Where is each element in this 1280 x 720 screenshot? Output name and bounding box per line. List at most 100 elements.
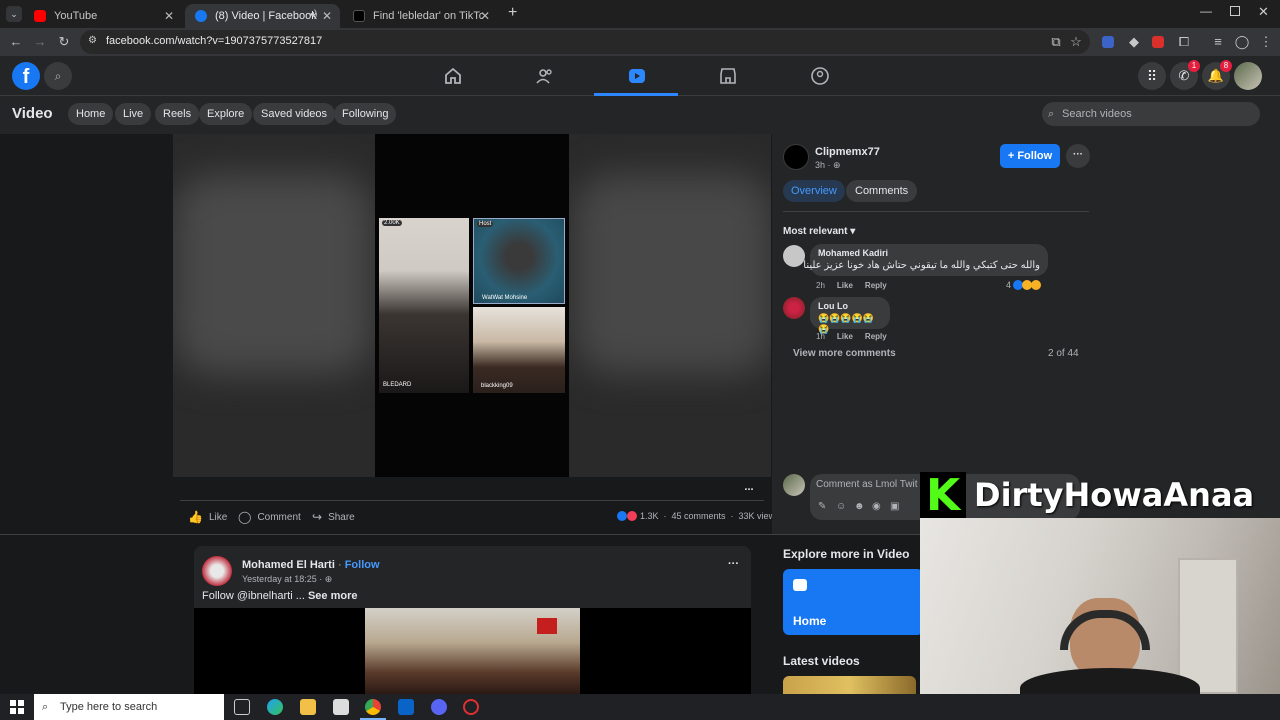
commenter-avatar[interactable] — [783, 297, 805, 319]
poster-avatar[interactable] — [783, 144, 809, 170]
profile-icon[interactable]: ◯ — [1234, 34, 1250, 50]
app-red-icon[interactable] — [463, 699, 479, 715]
video-subnav: Video Home Live Reels Explore Saved vide… — [0, 96, 1280, 134]
subnav-explore[interactable]: Explore — [199, 103, 253, 125]
reload-icon[interactable]: ↻ — [56, 34, 72, 50]
shelf — [1178, 558, 1238, 694]
back-icon[interactable]: ← — [8, 34, 24, 50]
subnav-home[interactable]: Home — [68, 103, 114, 125]
video-player[interactable]: 2.00K BLEDARD Host WatWat Mohsine blackk… — [173, 134, 771, 477]
comment-reply-button[interactable]: Reply — [865, 332, 887, 341]
close-icon[interactable]: ✕ — [480, 9, 490, 23]
outlook-icon[interactable] — [398, 699, 414, 715]
maximize-button[interactable] — [1230, 6, 1240, 16]
speaker-icon[interactable]: ◂) — [309, 9, 317, 20]
close-icon[interactable]: ✕ — [322, 9, 332, 23]
search-videos-input[interactable]: ⌕ Search videos — [1042, 102, 1260, 126]
nav-video-icon[interactable] — [627, 66, 647, 86]
bookmark-star-icon[interactable]: ☆ — [1068, 34, 1084, 50]
subnav-live[interactable]: Live — [115, 103, 152, 125]
sort-dropdown[interactable]: Most relevant ▾ — [783, 226, 855, 237]
poster-name[interactable]: Clipmemx77 — [815, 146, 880, 158]
nav-home-icon[interactable] — [443, 66, 463, 86]
extension-red-icon[interactable] — [1152, 36, 1164, 48]
tab-youtube[interactable]: YouTube ✕ — [24, 4, 182, 28]
see-more-link[interactable]: See more — [308, 590, 358, 602]
comment-reactions[interactable]: 4 — [1006, 280, 1042, 290]
comment-reply-button[interactable]: Reply — [865, 281, 887, 290]
comment-like-button[interactable]: Like — [837, 281, 853, 290]
extension-translate-icon[interactable] — [1102, 36, 1114, 48]
post-author-avatar[interactable] — [202, 556, 232, 586]
post-follow-link[interactable]: Follow — [345, 559, 380, 571]
latest-video-thumbnail[interactable] — [783, 676, 916, 694]
nav-friends-icon[interactable] — [535, 66, 555, 86]
discord-icon[interactable] — [431, 699, 447, 715]
comment-bubble-icon: ◯ — [238, 510, 252, 524]
share-button[interactable]: ↪ Share — [312, 510, 355, 524]
facebook-logo-icon[interactable]: f — [12, 62, 40, 90]
tab-search-icon[interactable]: ⌄ — [6, 6, 22, 22]
video-progress-bar[interactable] — [180, 500, 764, 501]
camera-icon[interactable]: ◉ — [872, 501, 881, 512]
new-tab-button[interactable]: + — [508, 4, 517, 22]
like-button[interactable]: 👍 Like — [188, 510, 227, 524]
edge-icon[interactable] — [267, 699, 283, 715]
task-view-icon[interactable] — [234, 699, 250, 715]
emoji-icon[interactable]: ☻ — [854, 501, 865, 512]
tab-overview[interactable]: Overview — [783, 180, 845, 202]
comment-button[interactable]: ◯ Comment — [238, 510, 301, 524]
more-options-button[interactable]: ··· — [1066, 144, 1090, 168]
post-video[interactable] — [194, 608, 751, 694]
search-icon: ⌕ — [1048, 108, 1055, 120]
commenter-avatar[interactable] — [783, 245, 805, 267]
nav-marketplace-icon[interactable] — [718, 66, 738, 86]
explore-home-card[interactable]: Home — [783, 569, 923, 635]
close-icon[interactable]: ✕ — [164, 9, 174, 23]
extension-diamond-icon[interactable]: ◆ — [1126, 34, 1142, 50]
sticker-icon[interactable]: ✎ — [818, 501, 826, 512]
follow-button[interactable]: + Follow — [1000, 144, 1060, 168]
reading-list-icon[interactable]: ≡ — [1210, 34, 1226, 50]
menu-grid-icon[interactable]: ⠿ — [1138, 62, 1166, 90]
nav-groups-icon[interactable] — [810, 66, 830, 86]
post-author-name[interactable]: Mohamed El Harti — [242, 559, 335, 571]
site-info-icon[interactable]: ⚙ — [88, 35, 97, 46]
avatar-sticker-icon[interactable]: ☺ — [836, 501, 846, 512]
comments-count[interactable]: 45 comments — [672, 511, 726, 521]
tab-facebook[interactable]: (8) Video | Facebook ◂) ✕ — [185, 4, 340, 28]
taskbar-search-input[interactable]: ⌕ Type here to search — [34, 694, 224, 720]
close-window-button[interactable]: ✕ — [1258, 4, 1269, 20]
post-time: 3h · ⊕ — [815, 160, 841, 170]
windows-start-icon[interactable] — [10, 700, 24, 714]
forward-icon[interactable]: → — [32, 34, 48, 50]
video-more-button[interactable]: ... — [738, 481, 760, 495]
view-more-comments-link[interactable]: View more comments — [793, 348, 896, 359]
account-avatar[interactable] — [1234, 62, 1262, 90]
tab-tiktok[interactable]: Find 'lebledar' on TikTok | TikTo ✕ — [343, 4, 498, 28]
post-card: Mohamed El Harti · Follow Yesterday at 1… — [194, 546, 751, 694]
subnav-saved-videos[interactable]: Saved videos — [253, 103, 336, 125]
comment-like-button[interactable]: Like — [837, 332, 853, 341]
comment-author[interactable]: Mohamed Kadiri — [818, 248, 1040, 258]
subnav-reels[interactable]: Reels — [155, 103, 200, 125]
post-time: Yesterday at 18:25 · ⊕ — [242, 574, 333, 584]
tab-comments[interactable]: Comments — [846, 180, 918, 202]
chrome-icon[interactable] — [365, 699, 381, 715]
store-icon[interactable] — [333, 699, 349, 715]
minimize-button[interactable]: — — [1200, 4, 1212, 18]
post-more-button[interactable]: ··· — [728, 558, 739, 570]
menu-kebab-icon[interactable]: ⋮ — [1258, 34, 1274, 50]
comment-author[interactable]: Lou Lo — [818, 301, 882, 311]
search-icon[interactable]: ⌕ — [44, 62, 72, 90]
extensions-puzzle-icon[interactable]: ⧠ — [1176, 34, 1192, 50]
install-icon[interactable]: ⧉ — [1048, 34, 1064, 50]
kick-logo-icon: K — [920, 470, 966, 521]
gif-icon[interactable]: ▣ — [890, 501, 899, 512]
facebook-header: f ⌕ ⠿ ✆ 1 🔔 8 — [0, 56, 1280, 96]
reaction-summary[interactable]: 1.3K · 45 comments · 33K views — [617, 511, 780, 521]
file-explorer-icon[interactable] — [300, 699, 316, 715]
address-bar[interactable]: ⚙ facebook.com/watch?v=1907375773527817 — [80, 30, 1090, 54]
browser-toolbar: ← → ↻ ⚙ facebook.com/watch?v=19073757735… — [0, 28, 1280, 56]
subnav-following[interactable]: Following — [334, 103, 397, 125]
